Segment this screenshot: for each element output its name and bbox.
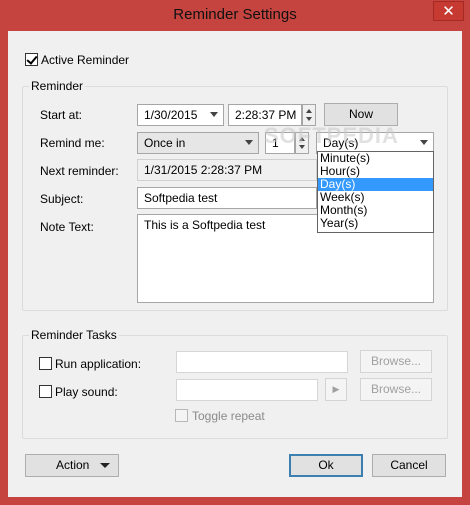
subject-label: Subject: bbox=[40, 192, 84, 206]
play-sound-checkbox[interactable] bbox=[39, 385, 52, 398]
start-time-spinner[interactable] bbox=[302, 104, 316, 126]
reminder-settings-window: Reminder Settings ✕ Active Reminder Remi… bbox=[0, 0, 470, 505]
spin-up-icon[interactable] bbox=[306, 109, 312, 113]
note-text-label: Note Text: bbox=[40, 220, 94, 234]
window-title: Reminder Settings bbox=[173, 6, 297, 23]
play-sound-path-input[interactable] bbox=[176, 379, 318, 401]
title-bar[interactable]: Reminder Settings ✕ bbox=[0, 0, 470, 31]
remind-unit-value: Day(s) bbox=[323, 136, 359, 150]
unit-option-years[interactable]: Year(s) bbox=[318, 217, 433, 230]
next-reminder-label: Next reminder: bbox=[40, 164, 119, 178]
reminder-tasks-title: Reminder Tasks bbox=[29, 328, 119, 342]
remind-count-input[interactable]: 1 bbox=[265, 132, 295, 154]
play-icon[interactable]: ▶ bbox=[325, 378, 347, 401]
chevron-down-icon bbox=[245, 140, 253, 145]
cancel-button[interactable]: Cancel bbox=[372, 454, 446, 477]
run-application-label: Run application: bbox=[55, 357, 142, 371]
ok-button[interactable]: Ok bbox=[289, 454, 363, 477]
active-reminder-checkbox[interactable] bbox=[25, 53, 38, 66]
close-button[interactable]: ✕ bbox=[433, 1, 464, 21]
run-application-path-input[interactable] bbox=[176, 351, 348, 373]
remind-mode-select[interactable]: Once in bbox=[137, 132, 259, 154]
spin-up-icon[interactable] bbox=[299, 137, 305, 141]
spin-down-icon[interactable] bbox=[299, 145, 305, 149]
remind-mode-value: Once in bbox=[144, 136, 186, 150]
subject-input[interactable]: Softpedia test bbox=[137, 187, 317, 209]
remind-count-spinner[interactable] bbox=[295, 132, 309, 154]
chevron-down-icon bbox=[210, 112, 218, 117]
action-button[interactable]: Action bbox=[25, 454, 119, 477]
start-date-picker[interactable]: 1/30/2015 bbox=[137, 104, 224, 126]
toggle-repeat-label: Toggle repeat bbox=[192, 409, 265, 423]
reminder-group-title: Reminder bbox=[29, 79, 86, 93]
chevron-down-icon bbox=[420, 140, 428, 145]
spin-down-icon[interactable] bbox=[306, 117, 312, 121]
start-time-input[interactable]: 2:28:37 PM bbox=[228, 104, 302, 126]
now-button[interactable]: Now bbox=[324, 103, 398, 126]
play-sound-browse-button[interactable]: Browse... bbox=[360, 378, 432, 401]
unit-dropdown-list[interactable]: Minute(s) Hour(s) Day(s) Week(s) Month(s… bbox=[317, 151, 434, 233]
chevron-down-icon bbox=[100, 463, 110, 468]
dialog-client-area: Active Reminder Reminder Start at: 1/30/… bbox=[8, 31, 462, 497]
run-application-browse-button[interactable]: Browse... bbox=[360, 350, 432, 373]
start-at-label: Start at: bbox=[40, 108, 83, 122]
active-reminder-label: Active Reminder bbox=[41, 53, 130, 67]
run-application-checkbox[interactable] bbox=[39, 357, 52, 370]
start-date-value: 1/30/2015 bbox=[144, 108, 198, 122]
remind-me-label: Remind me: bbox=[40, 136, 105, 150]
toggle-repeat-checkbox[interactable] bbox=[175, 409, 188, 422]
next-reminder-value: 1/31/2015 2:28:37 PM bbox=[137, 159, 317, 181]
play-sound-label: Play sound: bbox=[55, 385, 118, 399]
action-button-label: Action bbox=[56, 458, 90, 472]
